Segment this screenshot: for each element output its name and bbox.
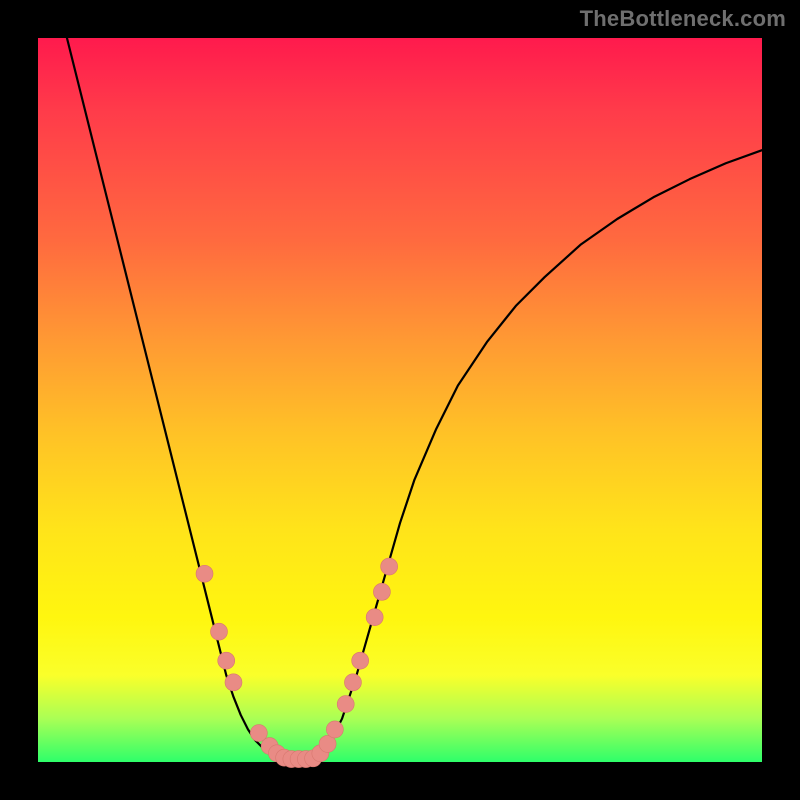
data-dot	[225, 674, 242, 691]
data-dot	[196, 565, 213, 582]
bottleneck-curve	[67, 38, 762, 761]
data-dot	[326, 721, 343, 738]
data-dot	[218, 652, 235, 669]
data-dot	[344, 674, 361, 691]
plot-area	[38, 38, 762, 762]
watermark-label: TheBottleneck.com	[580, 6, 786, 32]
chart-svg	[38, 38, 762, 762]
chart-frame: TheBottleneck.com	[0, 0, 800, 800]
data-dot	[211, 623, 228, 640]
data-dot	[337, 696, 354, 713]
data-dot	[381, 558, 398, 575]
data-dot	[352, 652, 369, 669]
data-dot	[366, 609, 383, 626]
data-dot	[373, 583, 390, 600]
